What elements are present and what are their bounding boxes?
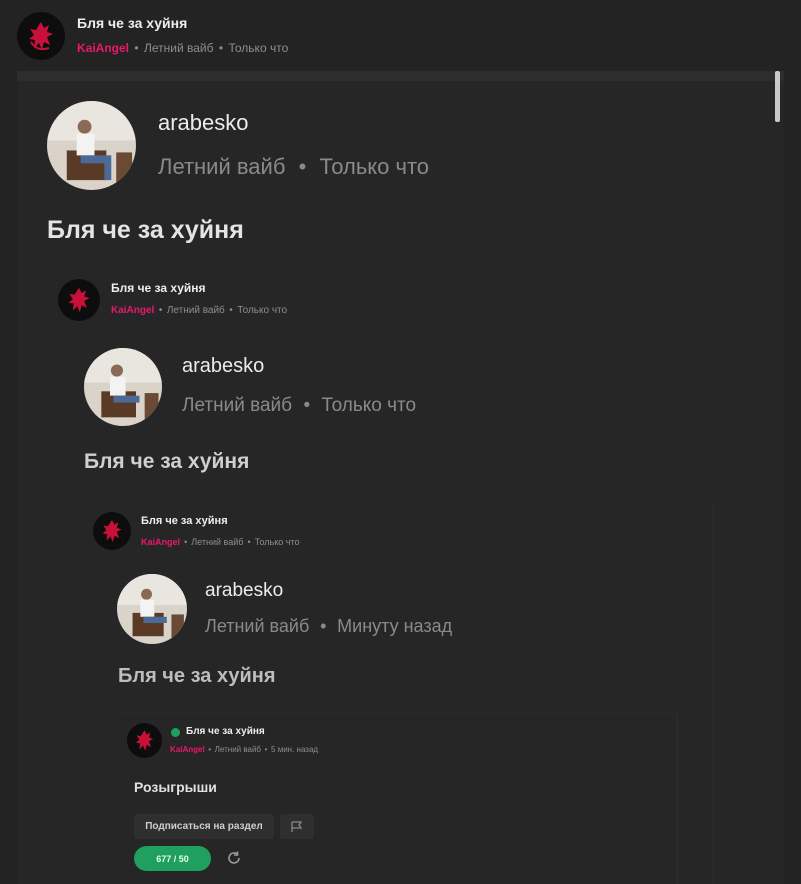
- author-avatar[interactable]: [17, 12, 65, 60]
- post-time: 5 мин. назад: [271, 745, 319, 754]
- report-button[interactable]: [280, 814, 314, 839]
- post-author[interactable]: KaiAngel: [77, 41, 129, 55]
- post-text: Бля че за хуйня: [47, 216, 244, 244]
- timestamp: Только что: [321, 395, 417, 416]
- separator-dot: •: [247, 537, 251, 547]
- post-section[interactable]: Летний вайб: [167, 305, 225, 316]
- username[interactable]: arabesko: [158, 110, 249, 136]
- timestamp: Минуту назад: [337, 616, 453, 636]
- separator-dot: •: [264, 745, 268, 754]
- person-avatar-icon: [84, 348, 162, 426]
- separator-dot: •: [158, 305, 163, 316]
- post-section[interactable]: Летний вайб: [144, 41, 214, 55]
- post-meta: KaiAngel • Летний вайб • Только что: [141, 537, 299, 547]
- person-avatar-icon: [117, 574, 187, 644]
- demon-icon: [17, 12, 65, 60]
- post-section[interactable]: Летний вайб: [191, 537, 243, 547]
- user-avatar[interactable]: [47, 101, 136, 190]
- demon-icon: [93, 512, 131, 550]
- post-meta: KaiAngel • Летний вайб • 5 мин. назад: [170, 745, 318, 754]
- user-meta: Летний вайб • Только что: [158, 154, 429, 180]
- separator-dot: •: [298, 154, 307, 179]
- online-status-icon: [171, 728, 180, 737]
- user-meta: Летний вайб • Минуту назад: [205, 616, 452, 637]
- section-link[interactable]: Летний вайб: [182, 395, 292, 416]
- counter-pill[interactable]: 677 / 50: [134, 846, 211, 871]
- username[interactable]: arabesko: [182, 355, 264, 378]
- author-avatar[interactable]: [127, 723, 162, 758]
- scrollbar-thumb[interactable]: [775, 71, 780, 122]
- user-avatar[interactable]: [84, 348, 162, 426]
- post-text: Бля че за хуйня: [84, 450, 250, 473]
- post-author[interactable]: KaiAngel: [141, 537, 180, 547]
- post-text: Бля че за хуйня: [118, 665, 276, 687]
- person-avatar-icon: [47, 101, 136, 190]
- author-avatar[interactable]: [93, 512, 131, 550]
- author-avatar[interactable]: [58, 279, 100, 321]
- timestamp: Только что: [319, 154, 430, 179]
- subscribe-section-button[interactable]: Подписаться на раздел: [134, 814, 274, 839]
- user-avatar[interactable]: [117, 574, 187, 644]
- separator-dot: •: [303, 395, 311, 416]
- separator-dot: •: [320, 616, 327, 636]
- section-link[interactable]: Летний вайб: [205, 616, 309, 636]
- post-section[interactable]: Летний вайб: [215, 745, 261, 754]
- refresh-icon: [228, 851, 240, 864]
- post-time: Только что: [237, 305, 288, 316]
- demon-icon: [127, 723, 162, 758]
- separator-dot: •: [184, 537, 188, 547]
- user-meta: Летний вайб • Только что: [182, 395, 416, 417]
- section-title: Розыгрыши: [134, 779, 217, 795]
- post-author[interactable]: KaiAngel: [111, 305, 154, 316]
- post-title[interactable]: Бля че за хуйня: [111, 281, 206, 295]
- section-link[interactable]: Летний вайб: [158, 154, 285, 179]
- refresh-button[interactable]: [222, 846, 246, 870]
- username[interactable]: arabesko: [205, 580, 283, 602]
- post-time: Только что: [254, 537, 300, 547]
- separator-dot: •: [229, 305, 233, 316]
- separator-dot: •: [134, 41, 139, 55]
- separator-dot: •: [218, 41, 224, 55]
- post-title[interactable]: Бля че за хуйня: [77, 15, 187, 31]
- post-time: Только что: [228, 41, 289, 55]
- post-title[interactable]: Бля че за хуйня: [141, 515, 228, 527]
- post-title[interactable]: Бля че за хуйня: [186, 726, 265, 737]
- post-meta: KaiAngel • Летний вайб • Только что: [77, 41, 288, 55]
- demon-icon: [58, 279, 100, 321]
- post-author[interactable]: KaiAngel: [170, 745, 205, 754]
- separator-dot: •: [208, 745, 212, 754]
- flag-icon: [291, 820, 303, 832]
- post-meta: KaiAngel • Летний вайб • Только что: [111, 305, 287, 316]
